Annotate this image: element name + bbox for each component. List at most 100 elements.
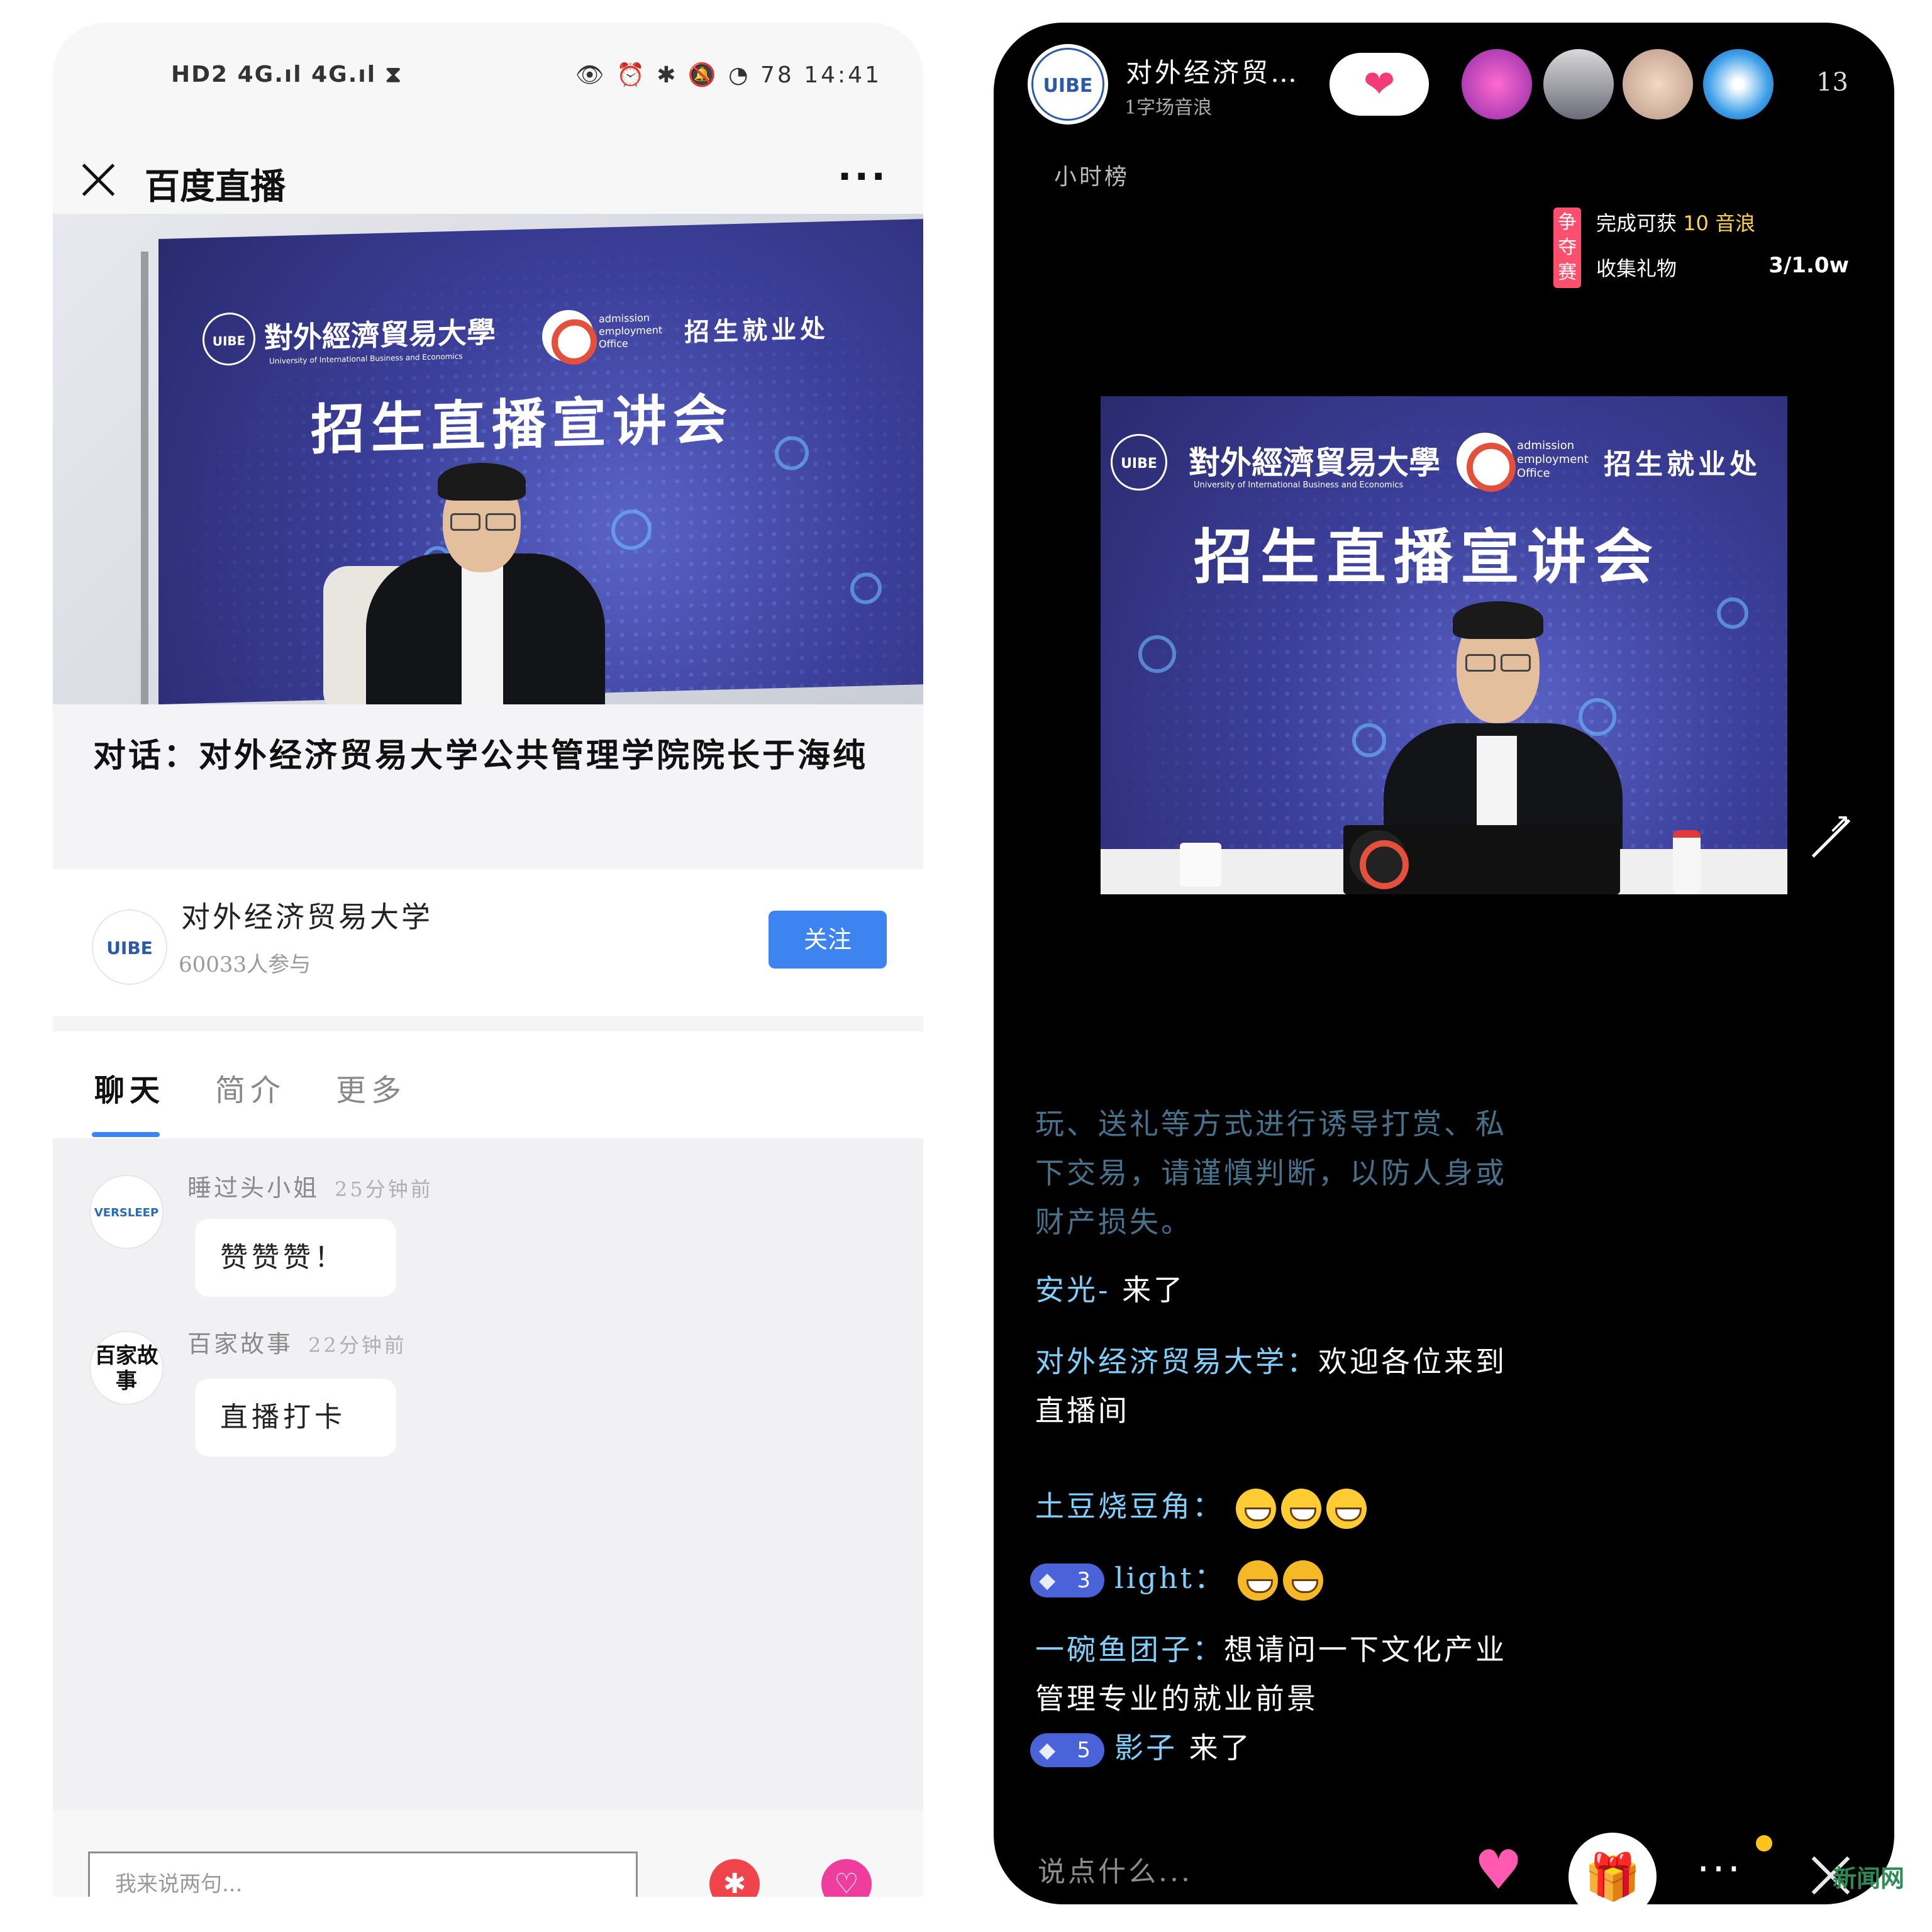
banner-office-en: admission employment Office: [1517, 439, 1589, 480]
comment-user[interactable]: 百家故事: [187, 1330, 293, 1358]
task-tag: 争夺赛: [1553, 208, 1581, 288]
tab-chat[interactable]: 聊天: [94, 1065, 165, 1109]
host-avatar[interactable]: UIBE: [1028, 44, 1108, 125]
status-bar: HD2 4G.ıl 4G.ıl ⧗ 👁 ⏰ ✱ 🔕 ◔ 78 14:41: [53, 23, 923, 123]
organizer-avatar[interactable]: UIBE: [92, 909, 167, 985]
more-menu-button[interactable]: ···: [838, 155, 888, 199]
admission-office-logo: [542, 309, 594, 363]
speaker-glasses: [450, 513, 480, 531]
live-video-player[interactable]: UIBE 對外經濟貿易大學 University of Internationa…: [53, 214, 923, 704]
comment-input[interactable]: 我来说两句...: [88, 1852, 638, 1897]
notification-dot: [1756, 1835, 1772, 1852]
fan-level-badge: 5: [1030, 1733, 1104, 1767]
live-video-player[interactable]: UIBE 對外經濟貿易大學 University of Internationa…: [1101, 396, 1787, 894]
chat-message[interactable]: 一碗鱼团子：想请问一下文化产业管理专业的就业前景: [1035, 1625, 1526, 1723]
grin-emoji-icon: [1326, 1489, 1367, 1529]
gift-icon[interactable]: 🎁: [1568, 1833, 1657, 1904]
banner-stand: [141, 252, 148, 704]
paper-cup: [1180, 843, 1221, 887]
comment-input[interactable]: 说点什么...: [1038, 1849, 1192, 1889]
task-goal: 收集礼物: [1596, 257, 1677, 280]
banner-ring: [1138, 635, 1176, 673]
admission-office-logo: [1457, 433, 1516, 492]
fan-level-badge: 3: [1030, 1563, 1104, 1597]
banner-university-en: University of International Business and…: [1194, 480, 1404, 490]
viewer-avatar[interactable]: [1623, 49, 1693, 119]
chat-message[interactable]: 土豆烧豆角：: [1035, 1482, 1526, 1531]
banner-ring: [1717, 597, 1748, 629]
chat-user[interactable]: 对外经济贸易大学: [1035, 1345, 1287, 1379]
banner-office-en: admission employment Office: [599, 311, 663, 350]
chat-text: 来了: [1189, 1731, 1252, 1765]
hourly-rank[interactable]: 小时榜: [1054, 158, 1130, 191]
viewer-count[interactable]: 13: [1816, 68, 1848, 97]
chat-list: VERSLEEP 睡过头小姐 25分钟前 赞赞赞！ 百家故事 百家故事 22分钟前 …: [53, 1138, 923, 1830]
grin-emoji-icon: [1280, 1489, 1321, 1529]
speaker-hair: [1453, 601, 1543, 639]
tab-intro[interactable]: 简介: [215, 1065, 286, 1109]
banner-office-cn: 招生就业处: [1604, 448, 1761, 480]
thinking-emoji-icon: [1237, 1560, 1278, 1601]
tab-bar: 聊天 简介 更多: [53, 1031, 923, 1138]
app-title: 百度直播: [145, 166, 286, 208]
comment-avatar[interactable]: VERSLEEP: [89, 1175, 164, 1249]
chat-message[interactable]: 3light：: [1030, 1553, 1521, 1602]
more-options-button[interactable]: ···: [1697, 1846, 1743, 1893]
organizer-panel: UIBE 对外经济贸易大学 60033人参与 关注: [53, 869, 923, 1016]
chat-text: 来了: [1122, 1273, 1185, 1307]
viewer-avatar[interactable]: [1543, 49, 1614, 119]
banner-university-name: 對外經濟貿易大學: [264, 314, 496, 355]
follow-button[interactable]: 关注: [769, 911, 887, 969]
left-phone-screen: HD2 4G.ıl 4G.ıl ⧗ 👁 ⏰ ✱ 🔕 ◔ 78 14:41 百度直…: [53, 23, 923, 1897]
chat-message[interactable]: 对外经济贸易大学：欢迎各位来到直播间: [1035, 1337, 1526, 1435]
like-heart-button[interactable]: ❤: [1330, 53, 1429, 116]
task-reward: 完成可获 10 音浪: [1596, 211, 1756, 235]
banner-office-cn: 招生就业处: [684, 314, 829, 348]
live-stream-title: 对话：对外经济贸易大学公共管理学院院长于海纯: [93, 736, 869, 775]
tab-more[interactable]: 更多: [336, 1065, 406, 1109]
bottom-toolbar: 说点什么... ♥ 🎁 ···: [994, 1802, 1894, 1904]
banner-ring: [1579, 698, 1616, 736]
participant-count: 60033人参与: [179, 952, 311, 977]
chat-user[interactable]: 一碗鱼团子: [1035, 1633, 1192, 1667]
star-icon[interactable]: ✱: [709, 1859, 760, 1897]
comment-time: 22分钟前: [308, 1333, 407, 1357]
chat-message[interactable]: 安光- 来了: [1035, 1265, 1526, 1314]
speaker-glasses: [1501, 654, 1531, 672]
comment-bubble[interactable]: 直播打卡: [195, 1379, 396, 1457]
comment-user[interactable]: 睡过头小姐: [187, 1174, 319, 1202]
rainbow-heart-icon[interactable]: ♥: [1474, 1839, 1537, 1902]
heart-icon[interactable]: ♡: [821, 1859, 872, 1897]
speaker-glasses: [1465, 654, 1496, 672]
comment-avatar[interactable]: 百家故事: [89, 1331, 164, 1405]
chat-user[interactable]: 土豆烧豆角: [1035, 1489, 1192, 1523]
chat-user[interactable]: light: [1114, 1561, 1194, 1595]
viewer-avatar[interactable]: [1462, 49, 1532, 119]
chat-system-notice: 玩、送礼等方式进行诱导打赏、私下交易，请谨慎判断，以防人身或财产损失。: [1035, 1107, 1507, 1239]
banner-event-title: 招生直播宣讲会: [311, 388, 733, 462]
water-bottle: [1673, 830, 1701, 894]
organizer-name[interactable]: 对外经济贸易大学: [181, 894, 433, 936]
viewer-avatar[interactable]: [1703, 49, 1774, 119]
speaker-glasses: [486, 513, 516, 531]
status-icons-time: 👁 ⏰ ✱ 🔕 ◔ 78 14:41: [575, 62, 882, 88]
host-subtitle: 1字场音浪: [1124, 97, 1213, 119]
grin-emoji-icon: [1235, 1489, 1276, 1529]
right-phone-screen: UIBE 对外经济贸… 1字场音浪 ❤ 13 小时榜 争夺赛 完成可获 10 音…: [994, 23, 1894, 1904]
comment-time: 25分钟前: [335, 1177, 433, 1201]
host-name[interactable]: 对外经济贸…: [1126, 52, 1299, 90]
fullscreen-icon[interactable]: [1809, 808, 1853, 860]
chat-user[interactable]: 影子: [1114, 1731, 1177, 1765]
active-tab-indicator: [92, 1132, 160, 1137]
chat-message[interactable]: 5 影子 来了: [1030, 1723, 1521, 1772]
status-signal: HD2 4G.ıl 4G.ıl ⧗: [171, 62, 402, 87]
close-icon[interactable]: [79, 161, 117, 199]
comment-bubble[interactable]: 赞赞赞！: [195, 1219, 396, 1297]
laptop-logo: [1350, 830, 1409, 889]
site-watermark: 新闻网: [1833, 1864, 1905, 1892]
chat-user[interactable]: 安光-: [1035, 1273, 1111, 1307]
comment-meta: 百家故事 22分钟前: [187, 1324, 407, 1359]
gift-task-card[interactable]: 争夺赛 完成可获 10 音浪 收集礼物 3/1.0w: [1553, 208, 1849, 302]
comment-meta: 睡过头小姐 25分钟前: [187, 1169, 433, 1203]
thinking-emoji-icon: [1282, 1560, 1323, 1601]
